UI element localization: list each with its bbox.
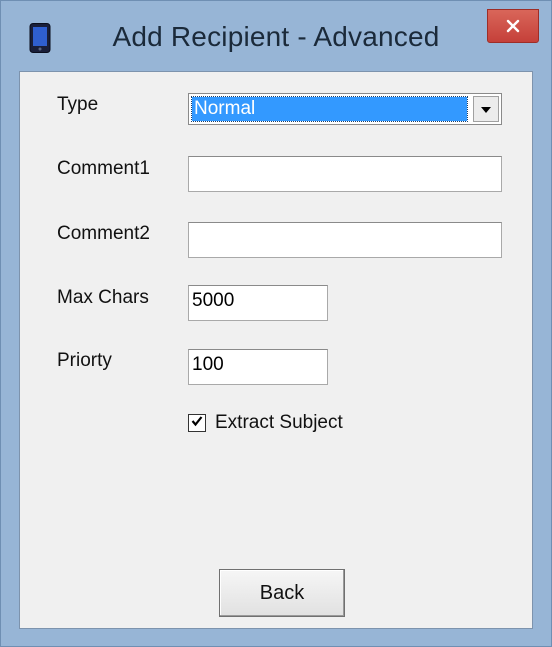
checkmark-icon xyxy=(191,414,203,432)
dialog-window: Add Recipient - Advanced Type Normal Com… xyxy=(0,0,552,647)
chevron-down-icon xyxy=(481,100,491,118)
comment1-label: Comment1 xyxy=(57,158,150,179)
max-chars-label: Max Chars xyxy=(57,287,149,308)
extract-subject-checkbox[interactable] xyxy=(188,414,206,432)
type-label: Type xyxy=(57,94,99,115)
window-title: Add Recipient - Advanced xyxy=(112,21,440,52)
priority-label: Priorty xyxy=(57,350,112,371)
title-bar[interactable]: Add Recipient - Advanced xyxy=(1,1,551,71)
extract-subject-option[interactable]: Extract Subject xyxy=(188,411,343,435)
priority-field[interactable]: 100 xyxy=(188,349,328,385)
close-icon xyxy=(506,19,520,33)
close-button[interactable] xyxy=(487,9,539,43)
dropdown-button[interactable] xyxy=(473,96,499,122)
extract-subject-label: Extract Subject xyxy=(215,412,343,433)
comment1-field[interactable] xyxy=(188,156,502,192)
max-chars-field[interactable]: 5000 xyxy=(188,285,328,321)
back-button[interactable]: Back xyxy=(219,569,345,617)
comment2-field[interactable] xyxy=(188,222,502,258)
type-selected-value: Normal xyxy=(191,96,468,122)
dialog-body: Type Normal Comment1 Comment2 Max Chars … xyxy=(19,71,533,629)
type-dropdown[interactable]: Normal xyxy=(188,93,502,125)
comment2-label: Comment2 xyxy=(57,223,150,244)
